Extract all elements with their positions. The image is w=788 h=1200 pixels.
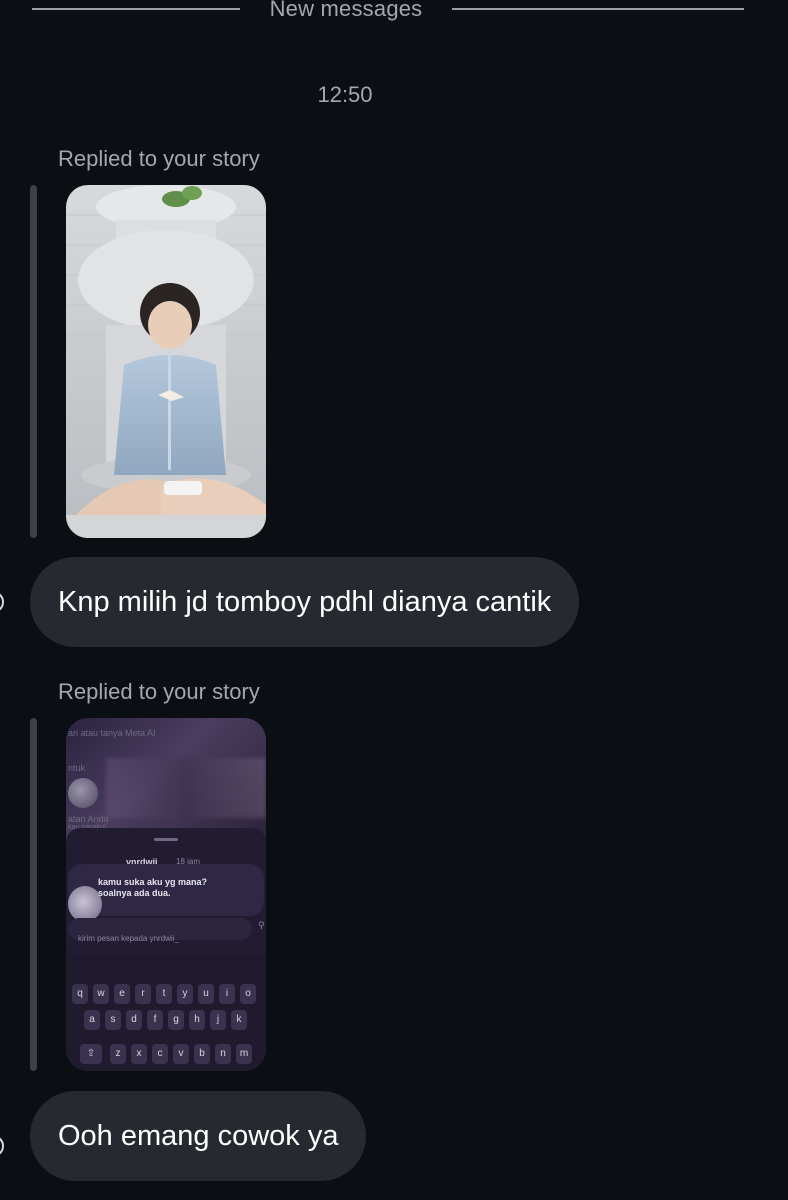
key: o [240,984,256,1004]
replied-to-story-label: Replied to your story [58,679,260,704]
story-message-line-1: kamu suka aku yg mana? [98,877,208,887]
story-search-hint: ari atau tanya Meta AI [68,728,156,738]
shift-key: ⇧ [80,1044,102,1064]
story-message-thumbnail [68,886,102,922]
story-panel-handle [154,838,178,841]
story-search-icon: ⚲ [258,920,265,930]
key: f [147,1010,163,1030]
key: a [84,1010,100,1030]
key: m [236,1044,252,1064]
key: y [177,984,193,1004]
message-text: Knp milih jd tomboy pdhl dianya cantik [58,585,552,618]
key: j [210,1010,226,1030]
story-message-line-2: soalnya ada dua. [98,888,171,898]
key: r [135,984,151,1004]
key: v [173,1044,189,1064]
key: h [189,1010,205,1030]
chat-thread: New messages 12:50 Replied to your story [0,0,788,1200]
story-message-text: kamu suka aku yg mana? soalnya ada dua. [98,877,207,899]
story-side-label: atan Anda [68,814,109,824]
story-blurred-area [106,758,266,818]
story-profile-circle [68,778,98,808]
key: w [93,984,109,1004]
key: x [131,1044,147,1064]
story-top-left-text: ntuk [68,763,86,773]
key: i [219,984,235,1004]
key: n [215,1044,231,1064]
key: c [152,1044,168,1064]
key: g [168,1010,184,1030]
story-photo [66,185,266,538]
reply-indicator-bar [30,718,37,1071]
key: s [105,1010,121,1030]
key: e [114,984,130,1004]
key: z [110,1044,126,1064]
message-timestamp: 12:50 [317,82,373,107]
message-text: Ooh emang cowok ya [58,1119,339,1152]
message-bubble[interactable]: Ooh emang cowok ya [30,1091,367,1181]
replied-to-story-label: Replied to your story [58,146,260,171]
key: d [126,1010,142,1030]
story-thumbnail[interactable] [66,185,266,538]
new-messages-divider: New messages [0,0,788,24]
key: k [231,1010,247,1030]
divider-line-left [32,8,240,10]
key: q [72,984,88,1004]
key: u [198,984,214,1004]
reply-indicator-bar [30,185,37,538]
divider-line-right [452,8,744,10]
story-thumbnail[interactable]: ari atau tanya Meta AI ntuk atan Anda ka… [66,718,266,1071]
new-messages-label: New messages [269,0,423,21]
key: t [156,984,172,1004]
sender-avatar[interactable] [0,1135,4,1157]
sender-avatar[interactable] [0,591,4,613]
message-bubble[interactable]: Knp milih jd tomboy pdhl dianya cantik [30,557,580,647]
story-input-placeholder: kirim pesan kepada ynrdwii_ [78,934,179,943]
key: b [194,1044,210,1064]
